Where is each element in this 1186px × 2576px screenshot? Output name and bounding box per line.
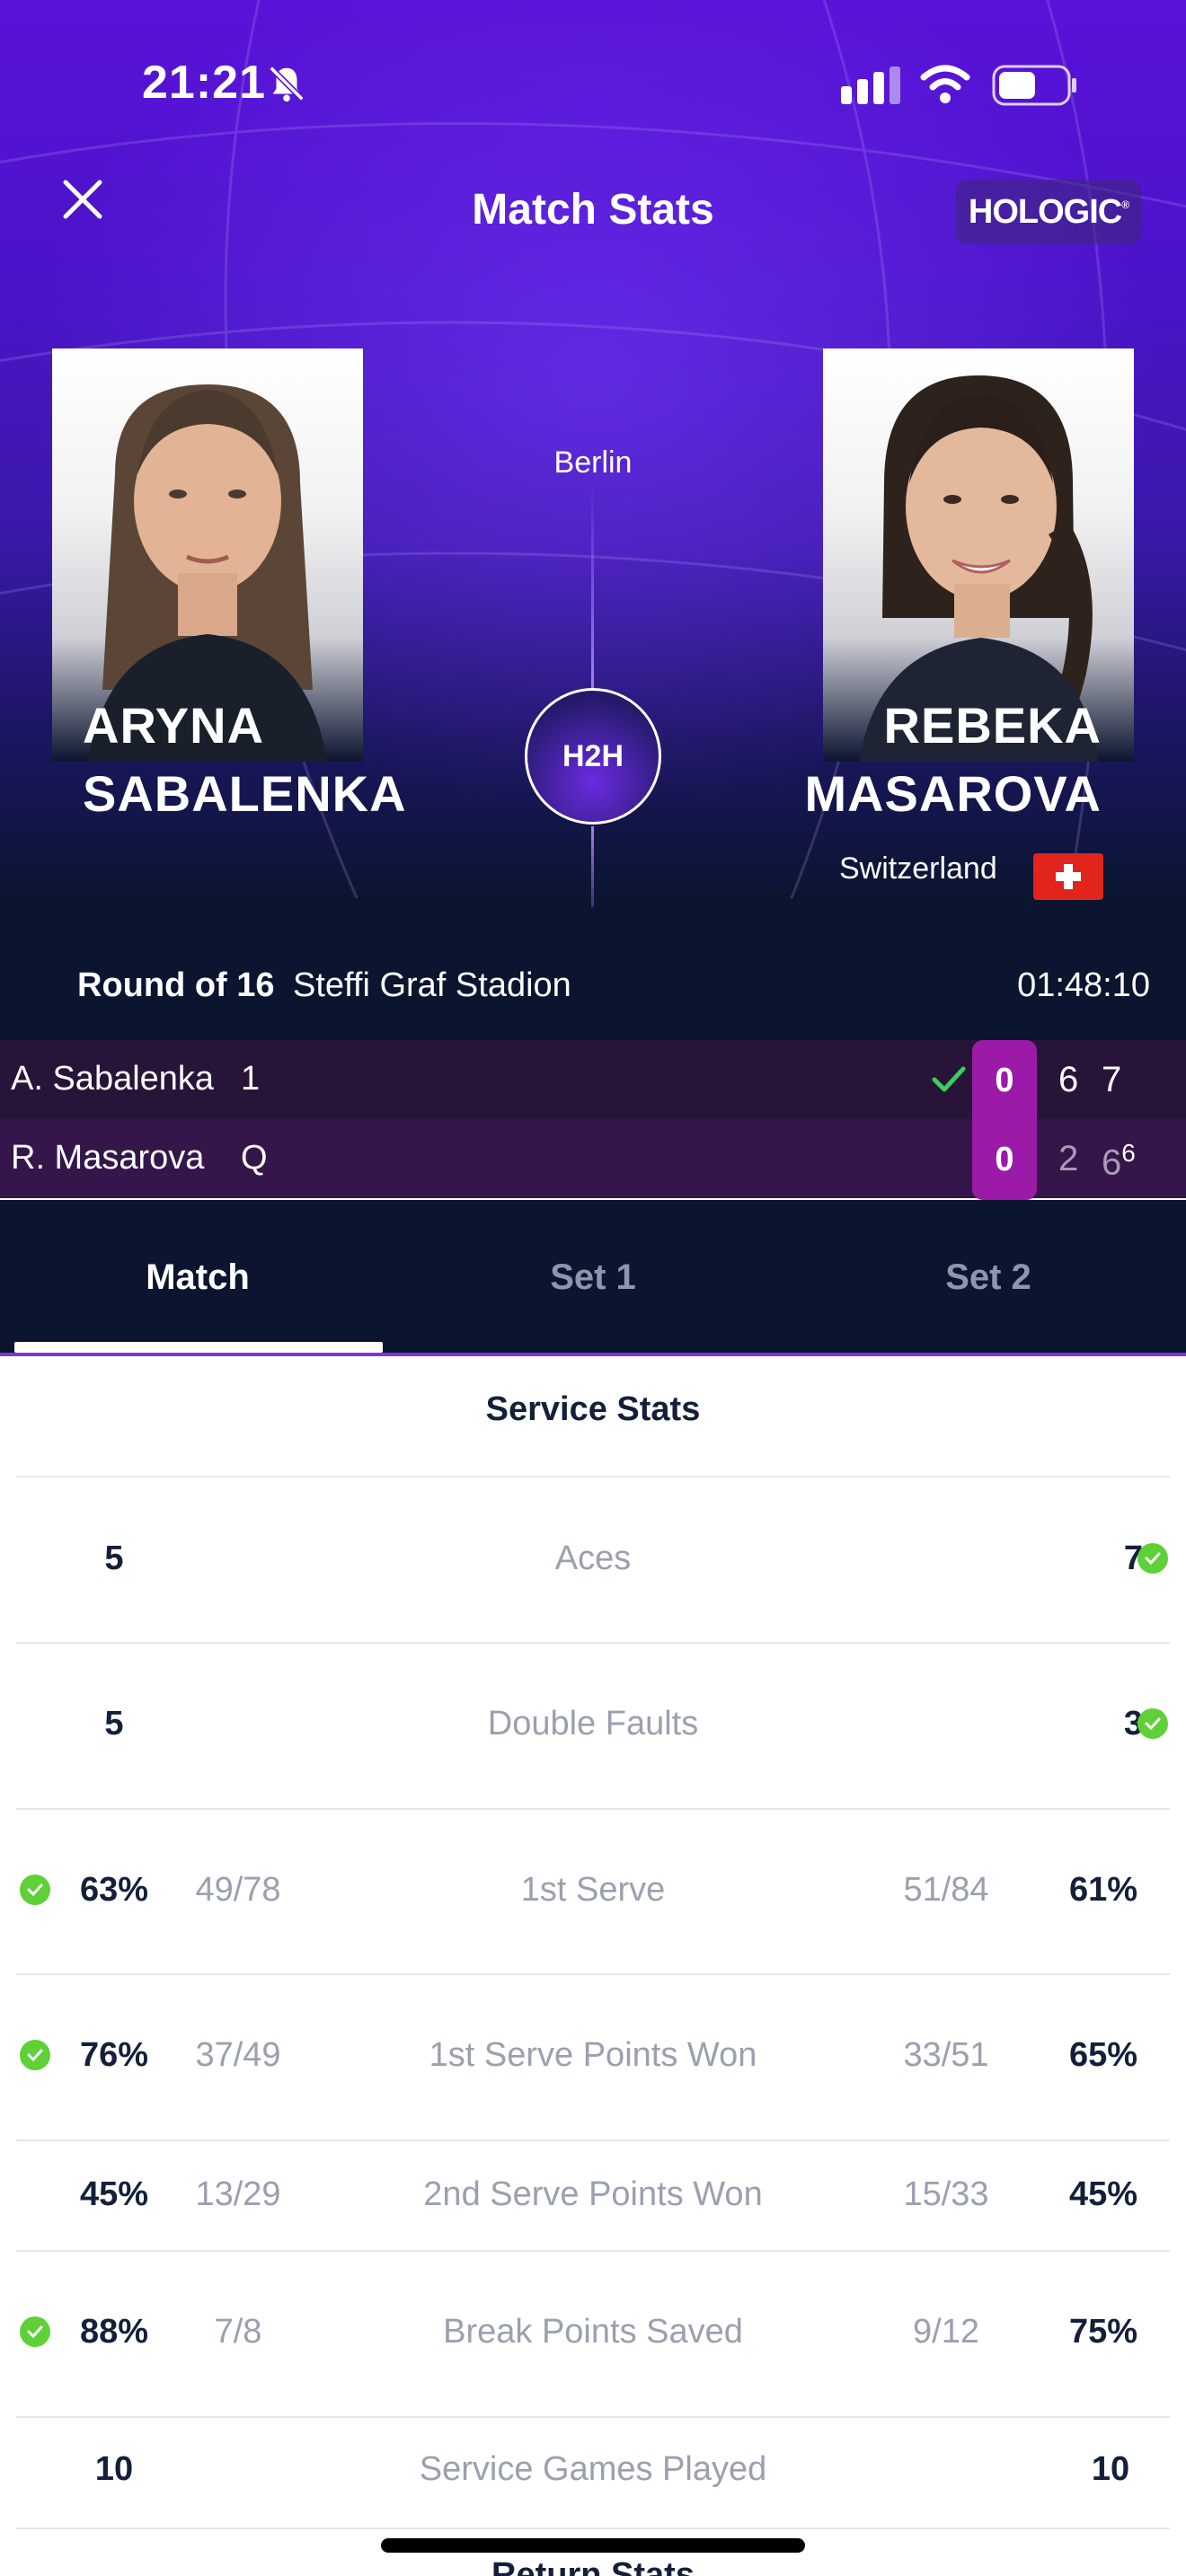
wifi-icon bbox=[920, 65, 970, 103]
match-info-bar: Round of 16 Steffi Graf Stadion 01:48:10 bbox=[0, 966, 1186, 1020]
stat-label: 1st Serve Points Won bbox=[429, 2036, 757, 2074]
stat-row: 5 Double Faults 3 bbox=[0, 1705, 1186, 1759]
current-game-score: 0 bbox=[972, 1119, 1037, 1200]
sponsor-logo[interactable]: HOLOGIC ® bbox=[956, 180, 1141, 244]
set-score: 7 bbox=[1102, 1060, 1122, 1099]
divider bbox=[16, 1973, 1170, 1975]
stat-left-fraction: 49/78 bbox=[195, 1871, 281, 1909]
tabs-divider bbox=[0, 1353, 1186, 1356]
match-round: Round of 16 bbox=[77, 966, 275, 1004]
section-title: Service Stats bbox=[485, 1390, 701, 1428]
center-divider-line bbox=[591, 485, 594, 690]
stat-right-value: 10 bbox=[1091, 2450, 1130, 2488]
stat-row: 45% 13/29 2nd Serve Points Won 15/33 45% bbox=[0, 2175, 1186, 2229]
status-time: 21:21 bbox=[142, 57, 266, 109]
stat-left-value: 10 bbox=[94, 2450, 134, 2488]
current-game-score: 0 bbox=[972, 1040, 1037, 1119]
set-score: 66 bbox=[1102, 1139, 1136, 1183]
set-score: 2 bbox=[1058, 1139, 1079, 1178]
divider bbox=[16, 2250, 1170, 2252]
stat-right-fraction: 15/33 bbox=[903, 2175, 989, 2213]
score-player-name: A. Sabalenka bbox=[11, 1060, 215, 1098]
active-tab-indicator bbox=[14, 1342, 383, 1353]
set-score: 6 bbox=[1058, 1060, 1079, 1099]
score-player-seed: Q bbox=[241, 1139, 268, 1177]
stat-label: 2nd Serve Points Won bbox=[423, 2175, 763, 2213]
section-title: Return Stats bbox=[491, 2556, 695, 2576]
stat-right-fraction: 9/12 bbox=[913, 2313, 979, 2351]
divider bbox=[16, 1808, 1170, 1810]
stat-label: 1st Serve bbox=[520, 1871, 666, 1909]
divider bbox=[16, 2527, 1170, 2529]
stat-left-fraction: 37/49 bbox=[195, 2036, 281, 2074]
stats-tabs: Match Set 1 Set 2 bbox=[0, 1200, 1186, 1356]
switzerland-flag-icon bbox=[1033, 853, 1103, 900]
player-country-right: Switzerland bbox=[839, 851, 997, 886]
match-header: 21:21 Match Stats HOLOGIC ® ARYNA SABALE… bbox=[0, 0, 1186, 1042]
stat-row: 5 Aces 7 bbox=[0, 1539, 1186, 1593]
stat-label: Aces bbox=[554, 1539, 632, 1577]
stat-label: Double Faults bbox=[487, 1705, 699, 1742]
stat-row: 10 Service Games Played 10 bbox=[0, 2450, 1186, 2504]
home-indicator[interactable] bbox=[381, 2538, 805, 2553]
tournament-city: Berlin bbox=[553, 446, 633, 480]
winner-check-icon bbox=[1137, 1708, 1168, 1739]
stat-left-fraction: 13/29 bbox=[195, 2175, 281, 2213]
stat-label: Service Games Played bbox=[419, 2450, 767, 2488]
score-player-name: R. Masarova bbox=[11, 1139, 205, 1177]
h2h-button[interactable]: H2H bbox=[525, 688, 661, 825]
stat-right-value: 75% bbox=[1068, 2313, 1138, 2351]
player-name-right: REBEKA MASAROVA bbox=[804, 697, 1102, 822]
stat-left-value: 5 bbox=[104, 1539, 124, 1577]
stat-row: 76% 37/49 1st Serve Points Won 33/51 65% bbox=[0, 2036, 1186, 2090]
divider bbox=[16, 2416, 1170, 2418]
player-name-left: ARYNA SABALENKA bbox=[83, 697, 407, 822]
match-duration: 01:48:10 bbox=[1017, 966, 1150, 1004]
center-divider-line bbox=[591, 826, 594, 907]
stat-right-fraction: 33/51 bbox=[903, 2036, 989, 2074]
stat-left-fraction: 7/8 bbox=[214, 2313, 262, 2351]
stat-left-value: 5 bbox=[104, 1705, 124, 1742]
stat-row: 63% 49/78 1st Serve 51/84 61% bbox=[0, 1871, 1186, 1925]
cellular-signal-icon bbox=[841, 66, 900, 104]
winner-check-icon bbox=[932, 1066, 966, 1092]
winner-check-icon bbox=[1137, 1543, 1168, 1574]
battery-icon bbox=[992, 65, 1076, 106]
divider bbox=[16, 1642, 1170, 1644]
stat-right-fraction: 51/84 bbox=[903, 1871, 989, 1909]
match-venue: Steffi Graf Stadion bbox=[293, 966, 571, 1004]
divider bbox=[16, 2139, 1170, 2141]
stat-right-value: 61% bbox=[1068, 1871, 1138, 1909]
tab-set-2[interactable]: Set 2 bbox=[791, 1257, 1186, 1298]
tiebreak-score: 6 bbox=[1121, 1139, 1136, 1167]
stat-row: 88% 7/8 Break Points Saved 9/12 75% bbox=[0, 2313, 1186, 2367]
bell-muted-icon bbox=[269, 66, 305, 102]
stat-label: Break Points Saved bbox=[443, 2313, 743, 2351]
score-player-seed: 1 bbox=[241, 1060, 261, 1098]
divider bbox=[16, 1476, 1170, 1478]
stat-right-value: 7 bbox=[1123, 1539, 1143, 1577]
tab-match[interactable]: Match bbox=[0, 1257, 395, 1298]
stat-right-value: 3 bbox=[1123, 1705, 1143, 1742]
stat-right-value: 45% bbox=[1068, 2175, 1138, 2213]
tab-set-1[interactable]: Set 1 bbox=[395, 1257, 791, 1298]
stat-right-value: 65% bbox=[1068, 2036, 1138, 2074]
status-bar: 21:21 bbox=[0, 0, 1186, 171]
